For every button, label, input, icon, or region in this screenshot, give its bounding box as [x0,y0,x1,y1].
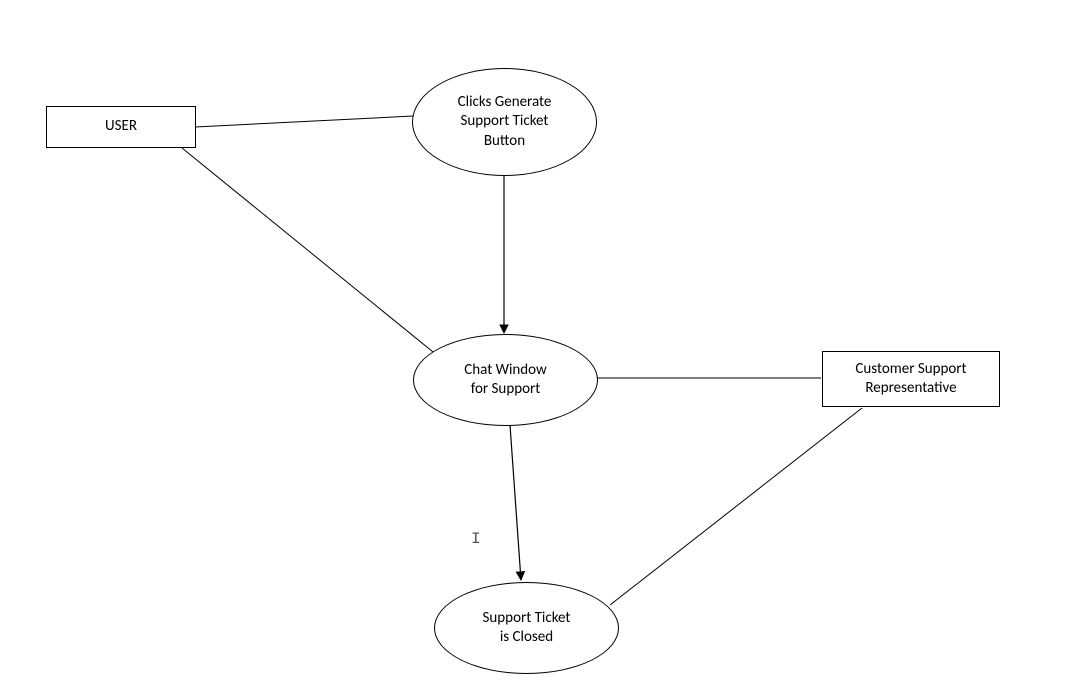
edge-chat-to-closed [510,425,521,580]
edge-user-to-generate [195,116,413,127]
node-clicks-generate-label: Clicks Generate Support Ticket Button [458,93,552,152]
node-csr-label: Customer Support Representative [855,360,966,399]
node-user: USER [46,106,196,148]
text-cursor-icon: I [471,530,481,548]
node-chat-window-label: Chat Window for Support [464,361,546,400]
node-clicks-generate: Clicks Generate Support Ticket Button [412,68,597,176]
node-user-label: USER [105,117,137,137]
node-ticket-closed-label: Support Ticket is Closed [483,609,571,648]
edge-csr-to-closed [610,408,862,605]
edge-user-to-chat [182,148,454,369]
node-ticket-closed: Support Ticket is Closed [434,582,619,674]
node-csr: Customer Support Representative [822,351,1000,407]
node-chat-window: Chat Window for Support [413,334,598,426]
